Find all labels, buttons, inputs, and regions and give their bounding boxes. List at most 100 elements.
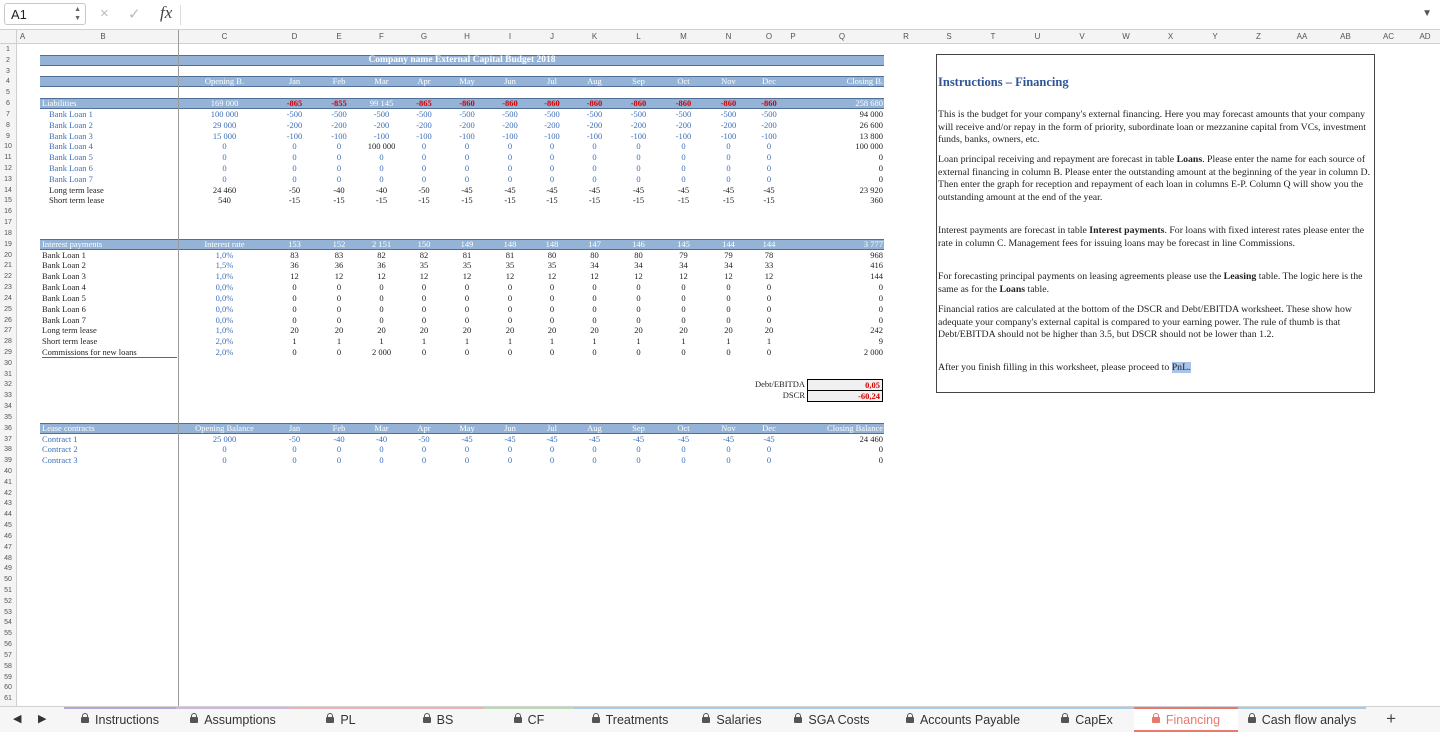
interest-month-value[interactable]: 0 xyxy=(271,293,318,304)
interest-month-value[interactable]: 0 xyxy=(271,282,318,293)
liability-opening[interactable]: 0 xyxy=(178,174,271,185)
interest-month-value[interactable]: 1 xyxy=(661,336,706,347)
liability-month-value[interactable]: 0 xyxy=(403,152,445,163)
column-header[interactable]: Z xyxy=(1237,32,1280,41)
interest-month-value[interactable]: 0 xyxy=(271,304,318,315)
liability-month-value[interactable]: 0 xyxy=(661,163,706,174)
column-header[interactable]: I xyxy=(489,32,531,41)
liability-month-value[interactable]: 0 xyxy=(489,141,531,152)
liability-month-value[interactable]: -500 xyxy=(318,109,360,120)
interest-month-value[interactable]: 0 xyxy=(445,282,489,293)
sheet-tab[interactable]: Cash flow analys xyxy=(1238,707,1366,732)
interest-month-value[interactable]: 20 xyxy=(360,325,403,336)
liability-month-value[interactable]: 0 xyxy=(706,141,751,152)
liability-month-value[interactable]: 0 xyxy=(751,163,787,174)
liability-opening[interactable]: 0 xyxy=(178,163,271,174)
interest-month-value[interactable]: 0 xyxy=(489,347,531,358)
sheet-tab[interactable]: CF xyxy=(484,707,574,732)
liability-month-value[interactable]: 0 xyxy=(751,152,787,163)
interest-closing[interactable]: 9 xyxy=(799,336,883,347)
interest-month-value[interactable]: 12 xyxy=(403,271,445,282)
interest-rate[interactable]: 2,0% xyxy=(178,336,271,347)
liability-month-value[interactable]: -200 xyxy=(661,120,706,131)
liability-month-value[interactable]: 0 xyxy=(318,163,360,174)
liability-month-value[interactable]: 0 xyxy=(403,141,445,152)
interest-month-value[interactable]: 0 xyxy=(531,347,573,358)
column-header[interactable]: L xyxy=(616,32,661,41)
liability-month-value[interactable]: -500 xyxy=(360,109,403,120)
liability-month-value[interactable]: 0 xyxy=(573,152,616,163)
interest-closing[interactable]: 416 xyxy=(799,260,883,271)
lease-month-value[interactable]: 0 xyxy=(445,444,489,455)
column-header[interactable]: W xyxy=(1104,32,1148,41)
lease-month-value[interactable]: 0 xyxy=(360,455,403,466)
interest-month-value[interactable]: 0 xyxy=(573,282,616,293)
interest-month-value[interactable]: 1 xyxy=(445,336,489,347)
row-header[interactable]: 28 xyxy=(0,336,16,347)
interest-month-value[interactable]: 1 xyxy=(271,336,318,347)
sheet-tab[interactable]: CapEx xyxy=(1040,707,1134,732)
row-header[interactable]: 5 xyxy=(0,87,16,98)
liability-month-value[interactable]: 0 xyxy=(489,163,531,174)
interest-month-value[interactable]: 12 xyxy=(445,271,489,282)
liability-month-value[interactable]: 100 000 xyxy=(360,141,403,152)
interest-closing[interactable]: 144 xyxy=(799,271,883,282)
interest-month-value[interactable]: 0 xyxy=(616,304,661,315)
liability-name[interactable]: Bank Loan 6 xyxy=(49,163,177,174)
interest-month-value[interactable]: 1 xyxy=(531,336,573,347)
column-header[interactable]: O xyxy=(751,32,787,41)
row-header[interactable]: 57 xyxy=(0,650,16,661)
interest-month-value[interactable]: 1 xyxy=(616,336,661,347)
chevron-down-icon[interactable]: ▼ xyxy=(1422,8,1432,19)
liability-closing[interactable]: 0 xyxy=(799,152,883,163)
liability-month-value[interactable]: -15 xyxy=(318,195,360,206)
interest-month-value[interactable]: 0 xyxy=(573,347,616,358)
sheet-tab[interactable]: BS xyxy=(392,707,484,732)
liability-closing[interactable]: 94 000 xyxy=(799,109,883,120)
interest-month-value[interactable]: 20 xyxy=(751,325,787,336)
interest-month-value[interactable]: 0 xyxy=(445,304,489,315)
column-header[interactable]: X xyxy=(1148,32,1193,41)
interest-month-value[interactable]: 0 xyxy=(489,304,531,315)
sheet-tab[interactable]: PL xyxy=(290,707,392,732)
select-all-corner[interactable] xyxy=(0,30,17,44)
liability-name[interactable]: Bank Loan 5 xyxy=(49,152,177,163)
row-header[interactable]: 46 xyxy=(0,531,16,542)
column-header[interactable]: E xyxy=(318,32,360,41)
interest-month-value[interactable]: 20 xyxy=(661,325,706,336)
interest-month-value[interactable]: 0 xyxy=(318,347,360,358)
interest-month-value[interactable]: 12 xyxy=(706,271,751,282)
liability-name[interactable]: Bank Loan 7 xyxy=(49,174,177,185)
liability-month-value[interactable]: 0 xyxy=(445,174,489,185)
liability-closing[interactable]: 26 600 xyxy=(799,120,883,131)
liability-month-value[interactable]: -500 xyxy=(445,109,489,120)
row-header[interactable]: 50 xyxy=(0,574,16,585)
column-header[interactable]: V xyxy=(1060,32,1104,41)
interest-month-value[interactable]: 20 xyxy=(489,325,531,336)
interest-rate[interactable]: 1,0% xyxy=(178,271,271,282)
column-header[interactable]: AA xyxy=(1280,32,1324,41)
interest-month-value[interactable]: 0 xyxy=(360,282,403,293)
sheet-tab[interactable]: Accounts Payable xyxy=(886,707,1040,732)
interest-month-value[interactable]: 12 xyxy=(531,271,573,282)
row-header[interactable]: 43 xyxy=(0,498,16,509)
liability-month-value[interactable]: -200 xyxy=(751,120,787,131)
interest-month-value[interactable]: 0 xyxy=(403,293,445,304)
column-header[interactable]: S xyxy=(927,32,971,41)
liability-month-value[interactable]: -15 xyxy=(403,195,445,206)
lease-month-value[interactable]: 0 xyxy=(661,455,706,466)
interest-month-value[interactable]: 34 xyxy=(573,260,616,271)
interest-month-value[interactable]: 12 xyxy=(271,271,318,282)
liability-month-value[interactable]: 0 xyxy=(271,152,318,163)
interest-month-value[interactable]: 1 xyxy=(573,336,616,347)
liability-month-value[interactable]: 0 xyxy=(360,152,403,163)
column-header[interactable]: K xyxy=(573,32,616,41)
row-header[interactable]: 61 xyxy=(0,693,16,704)
liability-closing[interactable]: 100 000 xyxy=(799,141,883,152)
interest-month-value[interactable]: 34 xyxy=(706,260,751,271)
interest-month-value[interactable]: 0 xyxy=(318,304,360,315)
interest-month-value[interactable]: 2 000 xyxy=(360,347,403,358)
add-sheet-button[interactable]: + xyxy=(1386,709,1396,729)
interest-month-value[interactable]: 0 xyxy=(661,304,706,315)
liability-month-value[interactable]: 0 xyxy=(573,141,616,152)
